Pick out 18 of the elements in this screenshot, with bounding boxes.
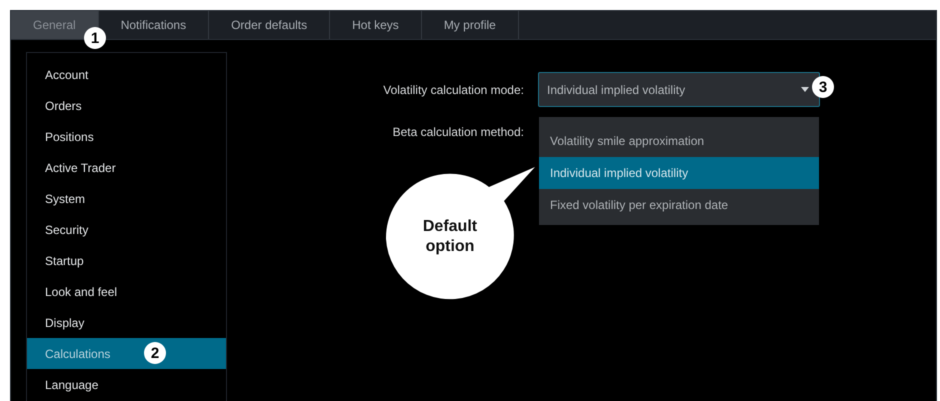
sidebar-item[interactable]: Positions xyxy=(27,121,226,152)
sidebar-item[interactable]: Active Trader xyxy=(27,152,226,183)
field-label: Volatility calculation mode: xyxy=(382,82,525,96)
field-label: Beta calculation method: xyxy=(392,125,525,139)
dropdown-option[interactable]: Individual implied volatility xyxy=(539,157,819,189)
sidebar-item[interactable]: Account xyxy=(27,59,226,90)
sidebar-item[interactable]: Orders xyxy=(27,90,226,121)
dropdown-option[interactable]: Volatility smile approximation xyxy=(539,125,819,157)
sidebar-item[interactable]: Language xyxy=(27,369,226,400)
dropdown-option[interactable]: Fixed volatility per expiration date xyxy=(539,189,819,221)
sidebar-item[interactable]: Look and feel xyxy=(27,276,226,307)
sidebar-item[interactable]: Display xyxy=(27,307,226,338)
dropdown[interactable]: Individual implied volatility xyxy=(538,72,820,107)
sidebar-item[interactable]: Startup xyxy=(27,245,226,276)
callout-text: Default option xyxy=(422,217,478,257)
caret-icon xyxy=(801,87,809,92)
sidebar-item[interactable]: System xyxy=(27,183,226,214)
sidebar-item[interactable]: Security xyxy=(27,214,226,245)
